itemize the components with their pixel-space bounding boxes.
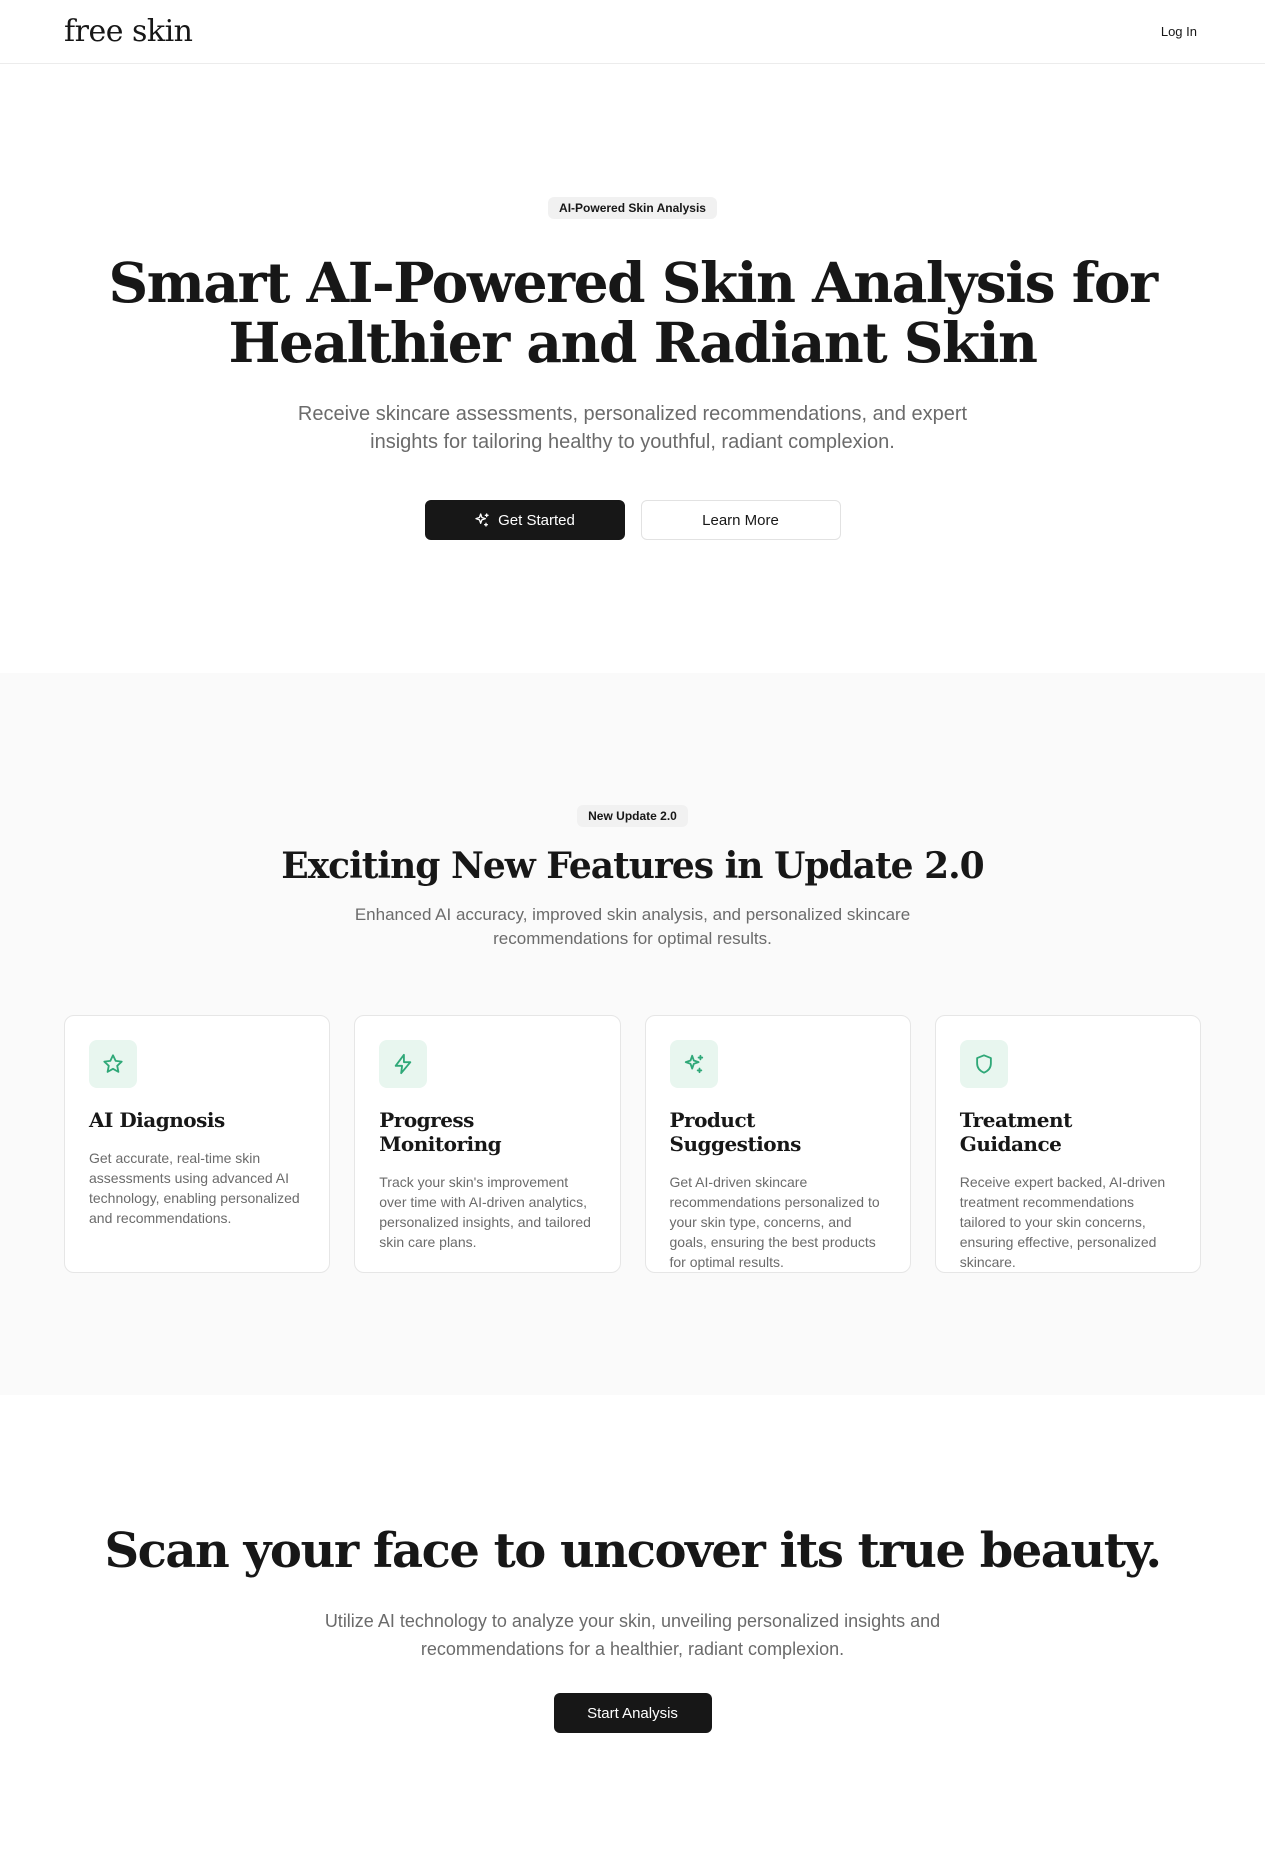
feature-card-product-suggestions: Product Suggestions Get AI-driven skinca…: [644, 1015, 911, 1273]
feature-description: Get AI-driven skincare recommendations p…: [669, 1174, 880, 1270]
feature-title: AI Diagnosis: [89, 1108, 225, 1132]
feature-card-progress-monitoring: Progress Monitoring Track your skin's im…: [354, 1015, 621, 1273]
feature-card-ai-diagnosis: AI Diagnosis Get accurate, real-time ski…: [64, 1015, 331, 1273]
start-analysis-button[interactable]: Start Analysis: [553, 1693, 712, 1733]
feature-title: Product Suggestions: [669, 1108, 802, 1156]
cta-section: Scan your face to uncover its true beaut…: [0, 1395, 1265, 1733]
feature-title: Progress Monitoring: [379, 1108, 502, 1156]
feature-cards: AI Diagnosis Get accurate, real-time ski…: [0, 1015, 1265, 1273]
lightning-icon: [395, 1053, 412, 1075]
feature-description: Get accurate, real-time skin assessments…: [89, 1150, 300, 1226]
feature-description: Track your skin's improvement over time …: [379, 1174, 591, 1250]
get-started-label: Get Started: [498, 511, 575, 529]
learn-more-label: Learn More: [702, 511, 779, 529]
feature-description: Receive expert backed, AI-driven treatme…: [959, 1174, 1166, 1270]
hero-button-row: Get Started Learn More: [0, 500, 1265, 540]
site-header: free skin Log In: [0, 0, 1265, 64]
features-title: Exciting New Features in Update 2.0: [281, 845, 984, 887]
learn-more-button[interactable]: Learn More: [640, 500, 841, 540]
feature-title: Treatment Guidance: [959, 1108, 1073, 1156]
hero-subtitle: Receive skincare assessments, personaliz…: [297, 403, 968, 453]
feature-icon-box: [669, 1040, 718, 1088]
sparkles-icon: [684, 1054, 703, 1074]
features-section: New Update 2.0 Exciting New Features in …: [0, 673, 1265, 1395]
cta-title: Scan your face to uncover its true beaut…: [104, 1523, 1162, 1579]
feature-icon-box: [379, 1040, 428, 1088]
shield-icon: [975, 1054, 992, 1074]
hero-title: Smart AI-Powered Skin Analysis for Healt…: [108, 250, 1158, 375]
feature-icon-box: [959, 1040, 1008, 1088]
get-started-button[interactable]: Get Started: [424, 500, 625, 540]
cta-subtitle: Utilize AI technology to analyze your sk…: [324, 1611, 941, 1659]
feature-card-treatment-guidance: Treatment Guidance Receive expert backed…: [934, 1015, 1201, 1273]
features-subtitle: Enhanced AI accuracy, improved skin anal…: [354, 905, 911, 948]
update-badge: New Update 2.0: [577, 805, 688, 827]
logo[interactable]: free skin: [64, 14, 193, 49]
hero-badge: AI-Powered Skin Analysis: [548, 197, 717, 219]
star-icon: [103, 1054, 123, 1073]
sparkles-icon: [475, 513, 489, 527]
login-link[interactable]: Log In: [1161, 24, 1197, 39]
hero-section: AI-Powered Skin Analysis Smart AI-Powere…: [0, 64, 1265, 673]
feature-icon-box: [89, 1040, 137, 1088]
